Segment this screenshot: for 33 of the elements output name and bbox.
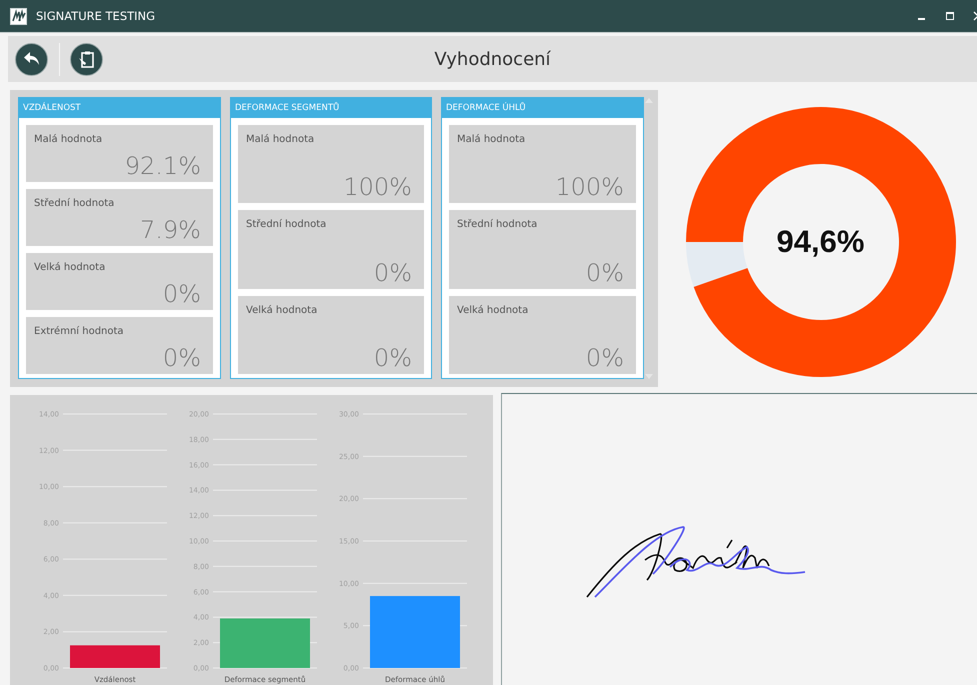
- card-header: DEFORMACE SEGMENTŮ: [231, 98, 431, 118]
- tile-value: 100%: [555, 173, 624, 202]
- back-arrow-icon: [22, 51, 40, 67]
- tile-label: Střední hodnota: [246, 219, 328, 230]
- app-logo-icon: [10, 8, 27, 24]
- tile-value: 0%: [162, 280, 201, 308]
- tile-label: Malá hodnota: [34, 134, 104, 145]
- tile-value: 0%: [586, 258, 624, 287]
- tile-label: Střední hodnota: [457, 219, 538, 230]
- tile-value: 7.9%: [140, 216, 201, 244]
- card-header: VZDÁLENOST: [19, 98, 220, 118]
- tile-label: Extrémní hodnota: [34, 326, 125, 337]
- tile-value: 0%: [374, 344, 412, 372]
- tile-label: Malá hodnota: [457, 134, 526, 145]
- clipboard-pen-icon: [76, 49, 96, 69]
- tile-value: 0%: [374, 258, 412, 287]
- back-button[interactable]: [15, 42, 48, 76]
- maximize-icon[interactable]: [945, 11, 955, 21]
- tile-value: 92.1%: [124, 152, 201, 180]
- tile-value: 100%: [343, 173, 412, 202]
- window-title: SIGNATURE TESTING: [36, 9, 156, 23]
- score-value: 94,6%: [776, 224, 864, 260]
- tile-label: Střední hodnota: [34, 198, 116, 209]
- clipboard-button[interactable]: [70, 42, 103, 76]
- card-header: DEFORMACE ÚHLŮ: [442, 98, 643, 118]
- tile-label: Velká hodnota: [246, 304, 318, 316]
- scroll-bar[interactable]: [645, 98, 653, 379]
- tile-value: 0%: [162, 344, 201, 372]
- tile-label: Malá hodnota: [246, 134, 316, 145]
- tile-label: Velká hodnota: [34, 262, 106, 273]
- tile-value: 0%: [586, 344, 624, 372]
- page-title: Vyhodnocení: [434, 48, 551, 70]
- tile-label: Velká hodnota: [457, 304, 530, 316]
